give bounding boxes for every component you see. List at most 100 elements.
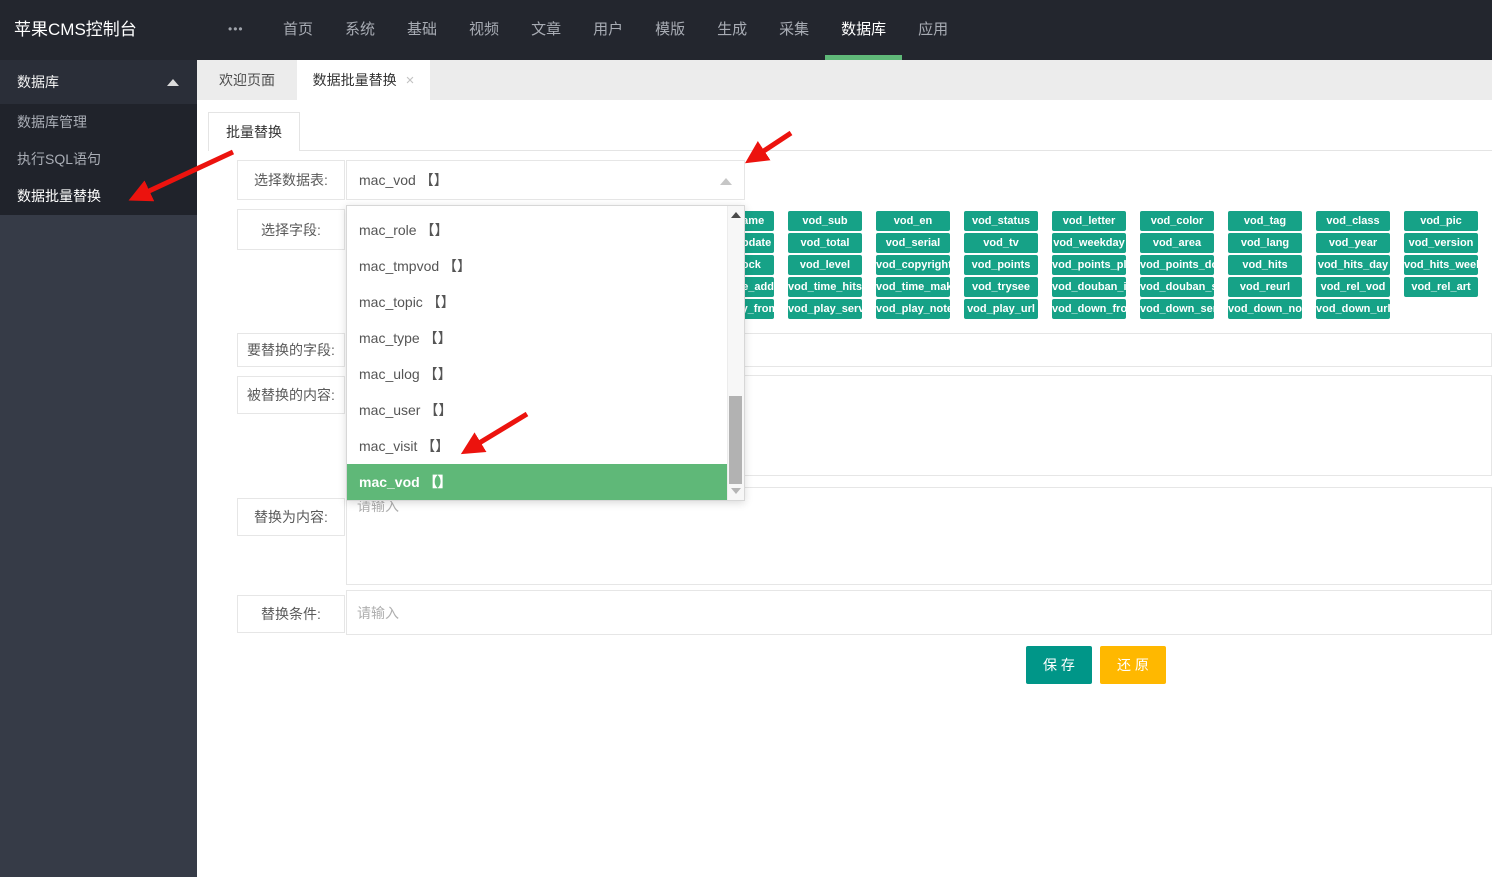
field-tag-button[interactable]: vod_reurl: [1228, 277, 1302, 297]
tab-label: 数据批量替换: [313, 60, 397, 100]
nav-item[interactable]: 首页: [267, 0, 329, 60]
field-tag-button[interactable]: vod_total: [788, 233, 862, 253]
field-tag-button[interactable]: vod_douban_score: [1140, 277, 1214, 297]
close-icon[interactable]: ×: [406, 73, 415, 88]
field-tag-button[interactable]: vod_time_make: [876, 277, 950, 297]
caret-up-icon: [720, 178, 732, 185]
field-tag-button[interactable]: vod_down_from: [1052, 299, 1126, 319]
more-icon[interactable]: •••: [228, 0, 244, 58]
replace-to-textarea[interactable]: [346, 487, 1492, 585]
nav-item[interactable]: 文章: [515, 0, 577, 60]
field-tag-button[interactable]: vod_letter: [1052, 211, 1126, 231]
tab-batch-replace[interactable]: 数据批量替换 ×: [297, 60, 430, 100]
field-tag-button[interactable]: vod_year: [1316, 233, 1390, 253]
field-tag-button[interactable]: vod_pic: [1404, 211, 1478, 231]
field-tag-grid: vod_namevod_subvod_envod_statusvod_lette…: [700, 211, 1478, 321]
sidebar-section-database[interactable]: 数据库: [0, 60, 197, 104]
field-tag-button[interactable]: vod_down_url: [1316, 299, 1390, 319]
condition-input[interactable]: [346, 590, 1492, 635]
nav-item[interactable]: 模版: [639, 0, 701, 60]
tab-divider: [208, 150, 1492, 151]
field-tag-button[interactable]: vod_level: [788, 255, 862, 275]
nav-item[interactable]: 数据库: [825, 0, 902, 60]
field-tag-button[interactable]: vod_status: [964, 211, 1038, 231]
field-tag-button[interactable]: vod_points: [964, 255, 1038, 275]
save-button[interactable]: 保 存: [1026, 646, 1092, 684]
label-select-table: 选择数据表:: [237, 160, 345, 200]
sidebar-items: 数据库管理执行SQL语句数据批量替换: [0, 104, 197, 215]
label-replace-to-content: 替换为内容:: [237, 498, 345, 536]
label-replaced-content: 被替换的内容:: [237, 376, 345, 414]
nav-item[interactable]: 系统: [329, 0, 391, 60]
field-tag-row: vod_play_fromvod_play_servervod_play_not…: [700, 299, 1478, 319]
dropdown-option[interactable]: mac_user 【】: [347, 392, 728, 428]
dropdown-option[interactable]: mac_role 【】: [347, 212, 728, 248]
field-tag-row: vod_namevod_subvod_envod_statusvod_lette…: [700, 211, 1478, 231]
field-tag-button[interactable]: vod_rel_vod: [1316, 277, 1390, 297]
field-tag-button[interactable]: vod_version: [1404, 233, 1478, 253]
field-tag-button[interactable]: vod_down_note: [1228, 299, 1302, 319]
sidebar-item[interactable]: 执行SQL语句: [0, 141, 197, 178]
field-tag-button[interactable]: vod_weekday: [1052, 233, 1126, 253]
table-select-value: mac_vod 【】: [359, 170, 448, 190]
field-tag-button[interactable]: vod_hits: [1228, 255, 1302, 275]
table-select[interactable]: mac_vod 【】: [346, 160, 745, 200]
dropdown-scrollbar[interactable]: [727, 206, 744, 500]
dropdown-option[interactable]: mac_type 【】: [347, 320, 728, 356]
field-tag-button[interactable]: vod_copyright: [876, 255, 950, 275]
inner-tab-batch-replace[interactable]: 批量替换: [208, 112, 300, 151]
label-replace-condition: 替换条件:: [237, 595, 345, 633]
brand-title: 苹果CMS控制台: [14, 0, 137, 60]
field-tag-button[interactable]: vod_serial: [876, 233, 950, 253]
field-tag-row: vod_time_addvod_time_hitsvod_time_makevo…: [700, 277, 1478, 297]
sidebar-item[interactable]: 数据库管理: [0, 104, 197, 141]
field-tag-button[interactable]: vod_down_server: [1140, 299, 1214, 319]
nav-item[interactable]: 用户: [577, 0, 639, 60]
label-replace-field: 要替换的字段:: [237, 333, 345, 367]
sidebar: 数据库 数据库管理执行SQL语句数据批量替换: [0, 60, 197, 877]
dropdown-option[interactable]: mac_vod 【】: [347, 464, 728, 500]
dropdown-option[interactable]: mac_tmpvod 【】: [347, 248, 728, 284]
sidebar-section-label: 数据库: [17, 74, 59, 90]
top-navbar: 苹果CMS控制台 ••• 首页系统基础视频文章用户模版生成采集数据库应用: [0, 0, 1492, 60]
nav-item[interactable]: 应用: [902, 0, 964, 60]
app-window: 苹果CMS控制台 ••• 首页系统基础视频文章用户模版生成采集数据库应用 数据库…: [0, 0, 1492, 877]
field-tag-button[interactable]: vod_color: [1140, 211, 1214, 231]
field-tag-button[interactable]: vod_douban_id: [1052, 277, 1126, 297]
field-tag-button[interactable]: vod_play_note: [876, 299, 950, 319]
sidebar-item[interactable]: 数据批量替换: [0, 178, 197, 215]
field-tag-button[interactable]: vod_hits_day: [1316, 255, 1390, 275]
dropdown-option[interactable]: mac_ulog 【】: [347, 356, 728, 392]
field-tag-button[interactable]: vod_trysee: [964, 277, 1038, 297]
field-tag-button[interactable]: vod_en: [876, 211, 950, 231]
field-tag-button[interactable]: vod_time_hits: [788, 277, 862, 297]
field-tag-button[interactable]: vod_play_server: [788, 299, 862, 319]
scroll-up-icon[interactable]: [731, 212, 741, 218]
nav-item[interactable]: 生成: [701, 0, 763, 60]
scrollbar-thumb[interactable]: [729, 396, 742, 484]
dropdown-option[interactable]: mac_topic 【】: [347, 284, 728, 320]
nav-item[interactable]: 采集: [763, 0, 825, 60]
restore-button[interactable]: 还 原: [1100, 646, 1166, 684]
field-tag-button[interactable]: vod_area: [1140, 233, 1214, 253]
dropdown-option[interactable]: mac_visit 【】: [347, 428, 728, 464]
field-tag-button[interactable]: vod_tv: [964, 233, 1038, 253]
scroll-down-icon[interactable]: [731, 488, 741, 494]
field-tag-button[interactable]: vod_hits_week: [1404, 255, 1478, 275]
label-select-field: 选择字段:: [237, 209, 345, 250]
tabs-bar: 欢迎页面 数据批量替换 ×: [197, 60, 1492, 100]
field-tag-button[interactable]: vod_lang: [1228, 233, 1302, 253]
table-dropdown-panel: mac_role 【】mac_tmpvod 【】mac_topic 【】mac_…: [346, 205, 745, 501]
tab-welcome[interactable]: 欢迎页面: [197, 60, 297, 100]
field-tag-button[interactable]: vod_tag: [1228, 211, 1302, 231]
field-tag-button[interactable]: vod_points_down: [1140, 255, 1214, 275]
field-tag-button[interactable]: vod_play_url: [964, 299, 1038, 319]
nav-item[interactable]: 基础: [391, 0, 453, 60]
field-tag-button[interactable]: vod_points_play: [1052, 255, 1126, 275]
dropdown-options: mac_role 【】mac_tmpvod 【】mac_topic 【】mac_…: [347, 212, 728, 500]
nav-item[interactable]: 视频: [453, 0, 515, 60]
chevron-up-icon: [167, 79, 179, 86]
field-tag-button[interactable]: vod_rel_art: [1404, 277, 1478, 297]
field-tag-button[interactable]: vod_class: [1316, 211, 1390, 231]
field-tag-button[interactable]: vod_sub: [788, 211, 862, 231]
